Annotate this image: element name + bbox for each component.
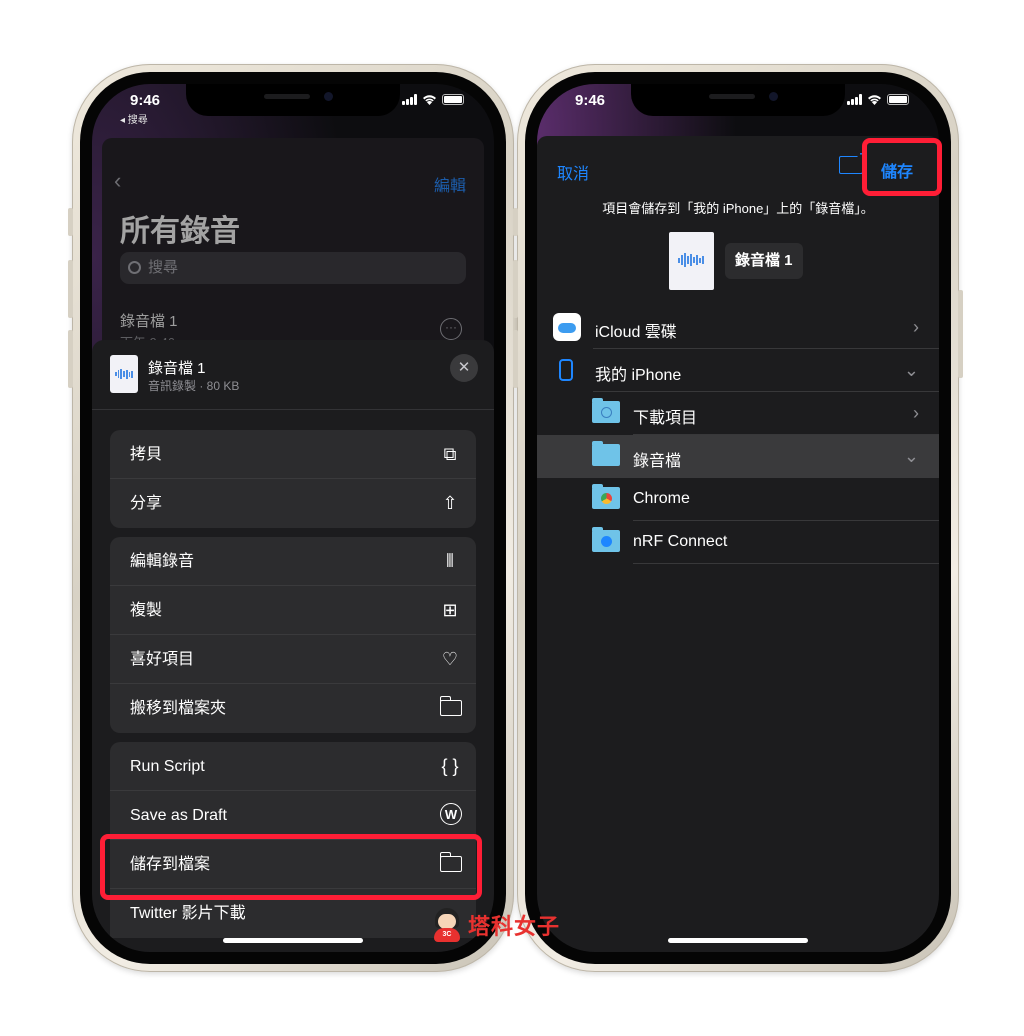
favorite-label: 喜好項目 [130, 651, 195, 668]
downloads-folder-icon [592, 398, 620, 423]
right-phone: 9:46 取消 儲存 項目會儲存到「我的 iPhone」上的「錄音檔」。 錄音檔… [513, 64, 963, 972]
location-icloud[interactable]: iCloud 雲碟 › [537, 306, 939, 349]
battery-icon [887, 94, 909, 105]
run-script-action[interactable]: Run Script { } [110, 742, 476, 791]
edit-button[interactable]: 編輯 [434, 172, 466, 196]
move-to-folder-action[interactable]: 搬移到檔案夾 [110, 684, 476, 733]
share-sheet-header: 錄音檔 1 音訊錄製 · 80 KB ✕ [92, 340, 494, 410]
location-label: 下載項目 [633, 410, 698, 427]
edit-recording-action[interactable]: 編輯錄音 ⦀ [110, 537, 476, 586]
file-name: 錄音檔 1 [148, 360, 206, 377]
icloud-icon [553, 313, 581, 341]
chevron-left-icon[interactable]: ‹ [114, 168, 121, 194]
copy-icon: ⧉ [443, 444, 457, 464]
waveform-icon: ⦀ [446, 551, 454, 571]
duplicate-label: 複製 [130, 602, 163, 619]
edit-recording-label: 編輯錄音 [130, 553, 195, 570]
duplicate-icon: ⊞ [442, 600, 458, 620]
location-downloads[interactable]: 下載項目 › [537, 392, 939, 435]
chrome-folder-icon [592, 484, 620, 509]
save-destination-info: 項目會儲存到「我的 iPhone」上的「錄音檔」。 [602, 201, 874, 216]
run-script-label: Run Script [130, 758, 205, 775]
copy-label: 拷貝 [130, 446, 163, 463]
chevron-right-icon: › [913, 317, 919, 337]
location-label: iCloud 雲碟 [595, 324, 677, 341]
favorite-action[interactable]: 喜好項目 ♡ [110, 635, 476, 684]
back-to-search-link[interactable]: ◂ 搜尋 [120, 111, 148, 126]
audio-file-icon [110, 355, 138, 393]
signal-icon [847, 94, 862, 105]
location-label: 錄音檔 [633, 453, 682, 470]
new-folder-icon[interactable] [839, 148, 869, 174]
twitter-download-label: Twitter 影片下載 [130, 905, 246, 922]
location-chrome[interactable]: Chrome [537, 478, 939, 521]
home-indicator [223, 938, 363, 943]
file-meta: 音訊錄製 · 80 KB [148, 379, 240, 393]
chevron-down-icon: ⌄ [903, 360, 919, 380]
close-icon[interactable]: ✕ [450, 354, 478, 382]
save-as-draft-action[interactable]: Save as Draft W [110, 791, 476, 840]
recording-name[interactable]: 錄音檔 1 [120, 310, 178, 331]
highlight-save-button [862, 138, 942, 196]
share-label: 分享 [130, 495, 163, 512]
duplicate-action[interactable]: 複製 ⊞ [110, 586, 476, 635]
location-recordings[interactable]: 錄音檔 ⌄ [537, 435, 939, 478]
mascot-icon: 3C [432, 908, 462, 942]
save-sheet: 取消 儲存 項目會儲存到「我的 iPhone」上的「錄音檔」。 錄音檔 1 iC… [537, 136, 939, 952]
share-icon: ⇧ [442, 493, 458, 513]
stage: 9:46 ◂ 搜尋 ‹ 編輯 所有錄音 搜尋 錄音檔 1 下午 9:46 ··· [0, 0, 1024, 1036]
folder-icon [439, 696, 462, 716]
status-time: 9:46 [575, 92, 606, 109]
more-icon[interactable]: ··· [440, 318, 462, 340]
save-as-draft-label: Save as Draft [130, 807, 227, 824]
search-icon [128, 261, 141, 274]
search-input[interactable]: 搜尋 [120, 252, 466, 284]
wifi-icon [423, 95, 436, 105]
chevron-right-icon: › [913, 403, 919, 423]
location-my-iphone[interactable]: 我的 iPhone ⌄ [537, 349, 939, 392]
wordpress-icon: W [440, 803, 462, 825]
location-label: Chrome [633, 490, 690, 507]
iphone-icon [559, 359, 573, 381]
left-screen: 9:46 ◂ 搜尋 ‹ 編輯 所有錄音 搜尋 錄音檔 1 下午 9:46 ··· [92, 84, 494, 952]
battery-icon [442, 94, 464, 105]
search-placeholder: 搜尋 [148, 259, 179, 276]
highlight-save-to-files [100, 834, 482, 900]
page-title: 所有錄音 [120, 215, 240, 248]
watermark-text: 塔科女子 [468, 914, 561, 939]
copy-action[interactable]: 拷貝 ⧉ [110, 430, 476, 479]
action-group-1: 拷貝 ⧉ 分享 ⇧ [110, 430, 476, 528]
folder-icon [592, 441, 620, 466]
location-nrf-connect[interactable]: nRF Connect [537, 521, 939, 564]
audio-file-icon [669, 232, 714, 290]
move-to-folder-label: 搬移到檔案夾 [130, 700, 227, 717]
nrf-folder-icon [592, 527, 620, 552]
cancel-button[interactable]: 取消 [557, 160, 589, 184]
file-name-field[interactable]: 錄音檔 1 [725, 243, 803, 279]
chevron-down-icon: ⌄ [903, 446, 919, 466]
status-time: 9:46 [130, 92, 161, 109]
location-label: 我的 iPhone [595, 367, 682, 384]
share-action[interactable]: 分享 ⇧ [110, 479, 476, 528]
watermark: 3C 塔科女子 [432, 908, 560, 942]
heart-icon: ♡ [441, 649, 459, 669]
braces-icon: { } [441, 756, 459, 776]
wifi-icon [868, 95, 881, 105]
location-label: nRF Connect [633, 533, 728, 550]
right-screen: 9:46 取消 儲存 項目會儲存到「我的 iPhone」上的「錄音檔」。 錄音檔… [537, 84, 939, 952]
home-indicator [668, 938, 808, 943]
signal-icon [402, 94, 417, 105]
action-group-2: 編輯錄音 ⦀ 複製 ⊞ 喜好項目 ♡ 搬移到檔案夾 [110, 537, 476, 733]
